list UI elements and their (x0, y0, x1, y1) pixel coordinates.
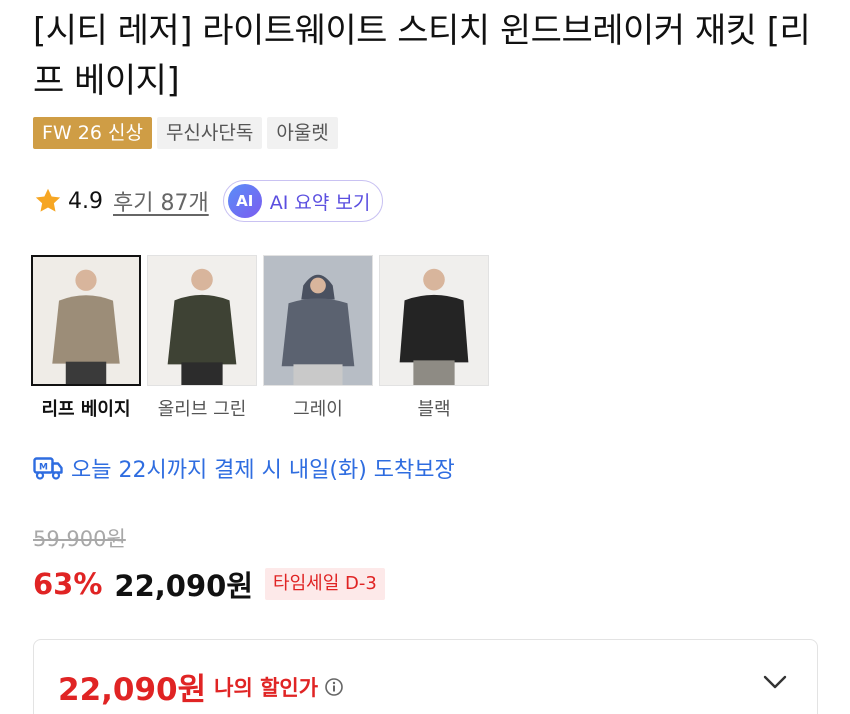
tag-outlet: 아울렛 (267, 117, 338, 149)
color-name: 그레이 (293, 399, 343, 420)
timesale-badge: 타임세일 D-3 (265, 568, 385, 600)
delivery-info: M 오늘 22시까지 결제 시 내일(화) 도착보장 (33, 452, 455, 484)
star-icon (35, 188, 61, 212)
tag-list: FW 26 신상 무신사단독 아울렛 (33, 117, 338, 149)
color-option-leaf-beige[interactable]: 리프 베이지 (31, 255, 141, 421)
color-option-olive-green[interactable]: 올리브 그린 (147, 255, 257, 421)
ai-summary-button[interactable]: AI AI 요약 보기 (222, 180, 384, 222)
ai-summary-label: AI 요약 보기 (269, 191, 371, 214)
color-name: 리프 베이지 (41, 399, 131, 420)
ai-icon: AI (227, 184, 262, 218)
my-discount-price: 22,090원 (58, 672, 207, 708)
color-thumbnail (263, 255, 373, 386)
color-options: 리프 베이지 올리브 그린 그레이 블랙 (31, 255, 489, 421)
delivery-text: 오늘 22시까지 결제 시 내일(화) 도착보장 (71, 458, 455, 483)
my-discount-panel[interactable]: 22,090원 나의 할인가 (33, 639, 818, 714)
color-thumbnail (31, 255, 141, 386)
color-option-gray[interactable]: 그레이 (263, 255, 373, 421)
rating-row: 4.9 후기 87개 AI AI 요약 보기 (33, 179, 384, 223)
color-option-black[interactable]: 블랙 (379, 255, 489, 421)
original-price: 59,900원 (33, 527, 126, 551)
product-title: [시티 레저] 라이트웨이트 스티치 윈드브레이커 재킷 [리프 베이지] (33, 11, 811, 101)
delivery-truck-icon: M (33, 457, 63, 480)
tag-exclusive: 무신사단독 (156, 117, 263, 149)
svg-text:M: M (39, 463, 48, 473)
color-name: 블랙 (417, 399, 451, 420)
tag-new: FW 26 신상 (33, 117, 152, 149)
chevron-down-icon[interactable] (761, 672, 789, 692)
price-row: 63% 22,090원 타임세일 D-3 (33, 563, 385, 605)
discount-rate: 63% (33, 567, 103, 601)
sale-price: 22,090원 (114, 569, 254, 603)
my-discount-summary: 22,090원 나의 할인가 (58, 664, 344, 709)
rating-value: 4.9 (68, 188, 103, 214)
color-name: 올리브 그린 (157, 399, 247, 420)
info-icon[interactable] (324, 677, 344, 697)
review-link[interactable]: 후기 87개 (113, 185, 209, 217)
color-thumbnail (147, 255, 257, 386)
color-thumbnail (379, 255, 489, 386)
my-discount-label: 나의 할인가 (214, 675, 319, 700)
